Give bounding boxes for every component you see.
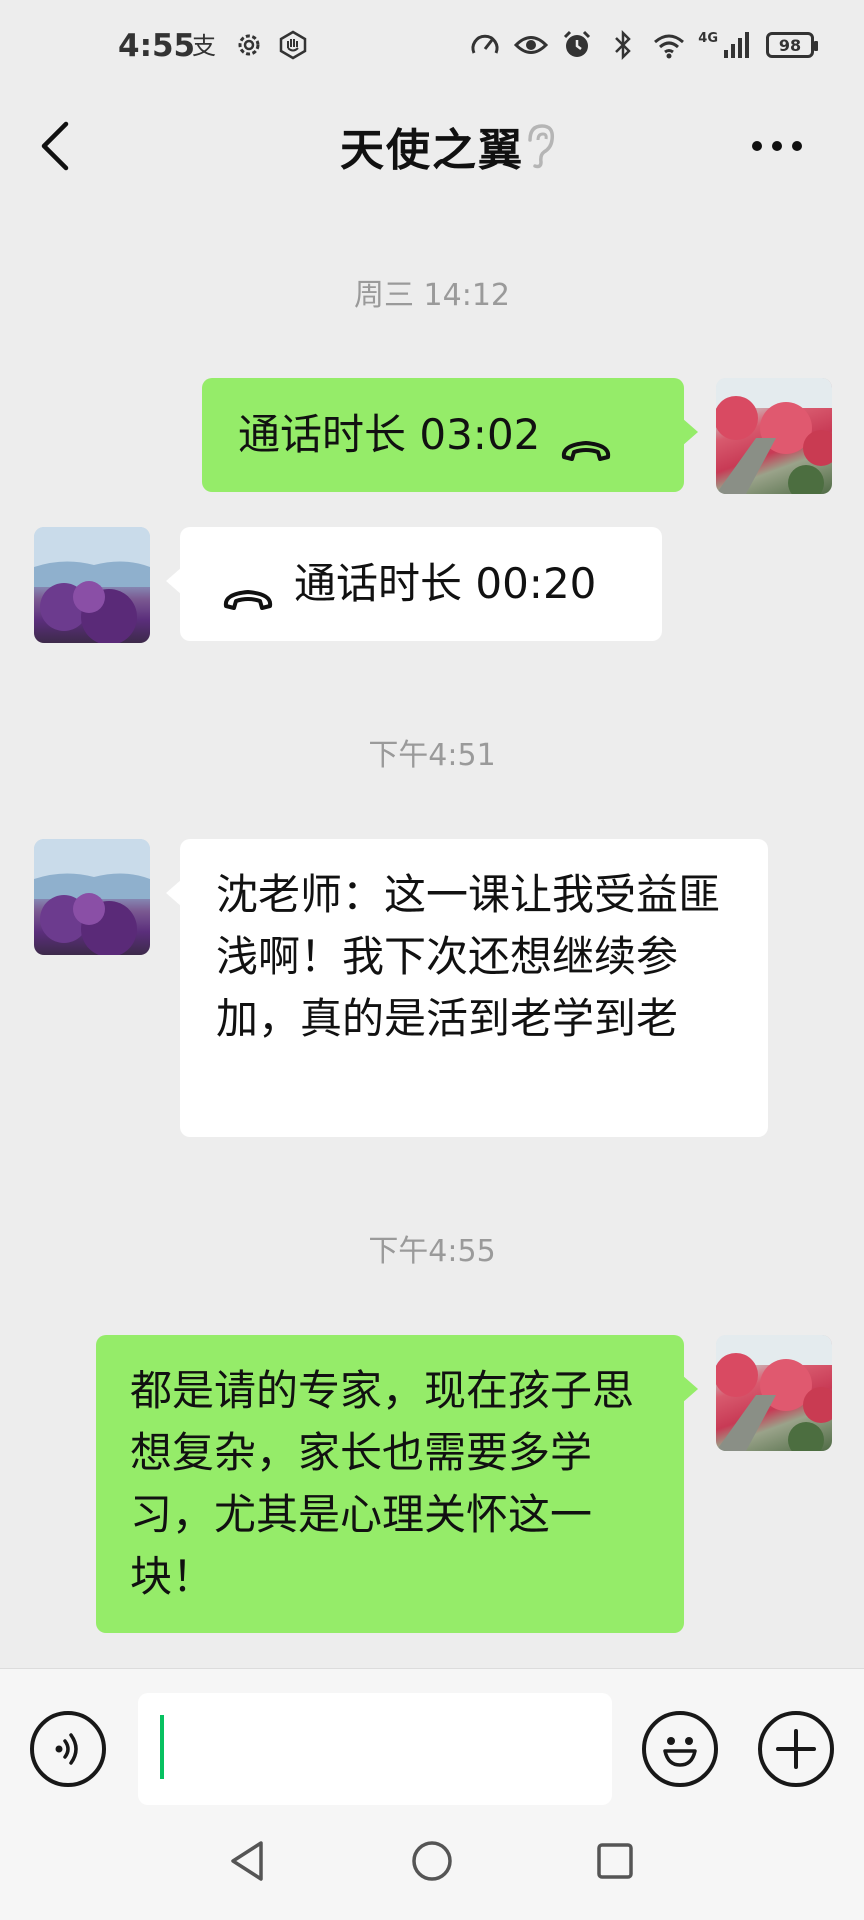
bluetooth-icon (606, 28, 640, 62)
more-dot (752, 141, 762, 151)
avatar-other[interactable] (34, 527, 150, 643)
status-left-icons: 支 (188, 28, 310, 62)
emoji-icon[interactable] (642, 1711, 718, 1787)
earpiece-icon (522, 122, 558, 170)
status-right-icons: 4G 98 (468, 28, 818, 62)
message-input[interactable] (138, 1693, 612, 1805)
status-time: 4:55 (118, 28, 196, 64)
call-row: 通话时长 03:02 (238, 404, 684, 466)
plus-icon[interactable] (758, 1711, 834, 1787)
battery-indicator: 98 (766, 32, 818, 58)
call-duration-text: 通话时长 03:02 (238, 410, 541, 459)
message-bubble-call-outgoing[interactable]: 通话时长 03:02 (202, 378, 698, 492)
message-bubble-call-incoming[interactable]: 通话时长 00:20 (166, 527, 662, 641)
svg-text:支: 支 (192, 32, 216, 60)
more-dots-icon[interactable] (752, 134, 808, 158)
avatar-self[interactable] (716, 1335, 832, 1451)
message-bubble-text-incoming[interactable]: 沈老师：这一课让我受益匪浅啊！我下次还想继续参加，真的是活到老学到老 (166, 839, 768, 1137)
nav-back-icon[interactable] (222, 1836, 272, 1886)
avatar-other[interactable] (34, 839, 150, 955)
chat-timestamp: 周三 14:12 (354, 278, 510, 313)
chat-timestamp: 下午4:51 (368, 738, 496, 773)
page-title: 天使之翼 (340, 125, 524, 176)
voice-icon[interactable] (30, 1711, 106, 1787)
more-dot (792, 141, 802, 151)
settings-icon (232, 28, 266, 62)
avatar-self[interactable] (716, 378, 832, 494)
message-text: 沈老师：这一课让我受益匪浅啊！我下次还想继续参加，真的是活到老学到老 (216, 870, 721, 1043)
more-dot (772, 141, 782, 151)
status-bar: 4:55 支 4G 98 (0, 0, 864, 96)
alarm-icon (560, 28, 594, 62)
hand-icon (276, 28, 310, 62)
signal-icon (720, 28, 754, 62)
wifi-icon (652, 28, 686, 62)
phone-icon (558, 420, 614, 461)
phone-icon (220, 569, 276, 610)
system-nav-bar (0, 1808, 864, 1920)
eye-icon (514, 28, 549, 62)
message-bubble-text-outgoing[interactable]: 都是请的专家，现在孩子思想复杂，家长也需要多学习，尤其是心理关怀这一块！ (96, 1335, 698, 1633)
call-duration-text: 通话时长 00:20 (294, 559, 597, 608)
text-cursor (160, 1715, 164, 1779)
input-bar (0, 1668, 864, 1808)
message-text: 都是请的专家，现在孩子思想复杂，家长也需要多学习，尤其是心理关怀这一块！ (130, 1366, 635, 1601)
call-row: 通话时长 00:20 (220, 553, 662, 615)
nav-recent-icon[interactable] (590, 1836, 640, 1886)
alipay-icon: 支 (188, 28, 222, 62)
network-label: 4G (698, 30, 718, 46)
chat-timestamp: 下午4:55 (368, 1234, 496, 1269)
chat-header: 天使之翼 (0, 96, 864, 196)
speed-icon (468, 28, 502, 62)
nav-home-icon[interactable] (407, 1836, 457, 1886)
